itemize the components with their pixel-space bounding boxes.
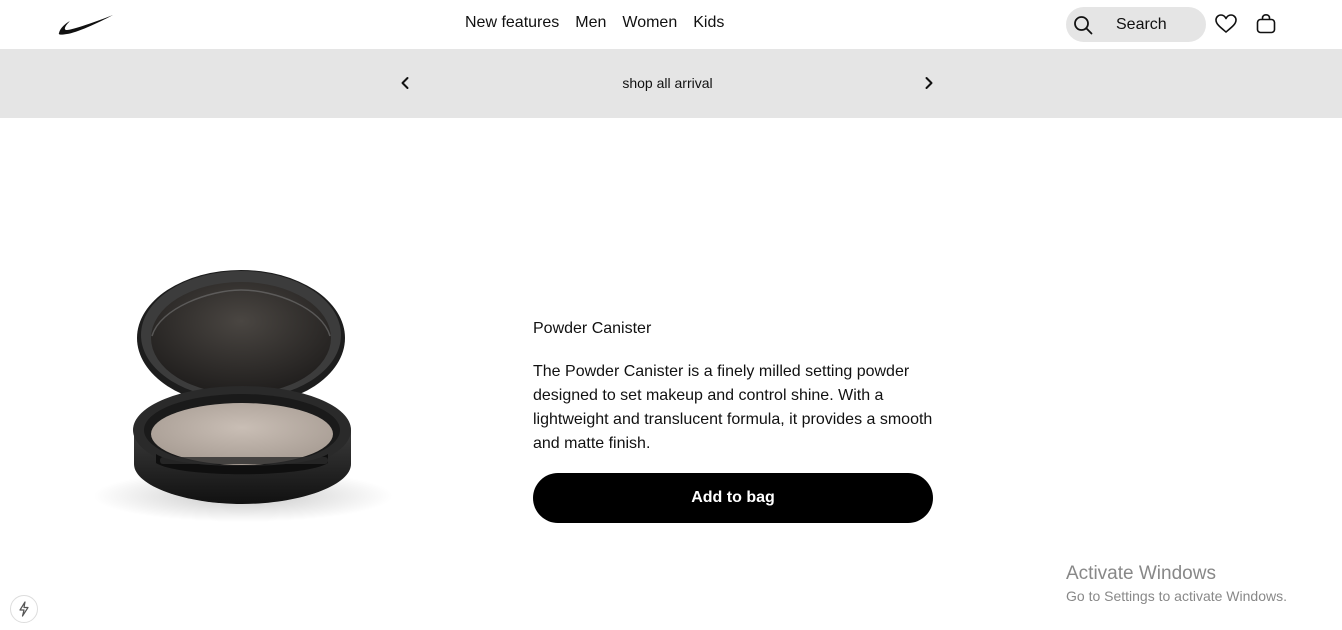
nav-men[interactable]: Men: [575, 14, 606, 32]
nav-new-features[interactable]: New features: [465, 14, 559, 32]
chevron-right-icon[interactable]: [921, 75, 937, 91]
add-to-bag-button[interactable]: Add to bag: [533, 473, 933, 523]
product-image: [93, 270, 393, 522]
bag-icon[interactable]: [1254, 12, 1278, 36]
search-input[interactable]: [1116, 15, 1196, 34]
banner-text[interactable]: shop all arrival: [0, 75, 1335, 91]
activate-windows-watermark: Activate Windows Go to Settings to activ…: [1066, 563, 1287, 606]
site-header: New features Men Women Kids: [0, 0, 1342, 49]
promo-banner: shop all arrival: [0, 49, 1342, 118]
search-icon[interactable]: [1073, 15, 1093, 35]
activate-title: Activate Windows: [1066, 563, 1216, 584]
main-nav: New features Men Women Kids: [465, 14, 724, 32]
heart-icon[interactable]: [1214, 12, 1238, 36]
product-info: Powder Canister The Powder Canister is a…: [533, 320, 933, 523]
search-box[interactable]: [1066, 7, 1206, 42]
nav-women[interactable]: Women: [622, 14, 677, 32]
lightning-icon: [19, 601, 29, 617]
nav-kids[interactable]: Kids: [693, 14, 724, 32]
product-title: Powder Canister: [533, 320, 652, 337]
nike-swoosh-logo[interactable]: [58, 13, 114, 35]
lightning-button[interactable]: [10, 595, 38, 623]
activate-subtitle: Go to Settings to activate Windows.: [1066, 588, 1287, 604]
product-description: The Powder Canister is a finely milled s…: [533, 363, 933, 452]
